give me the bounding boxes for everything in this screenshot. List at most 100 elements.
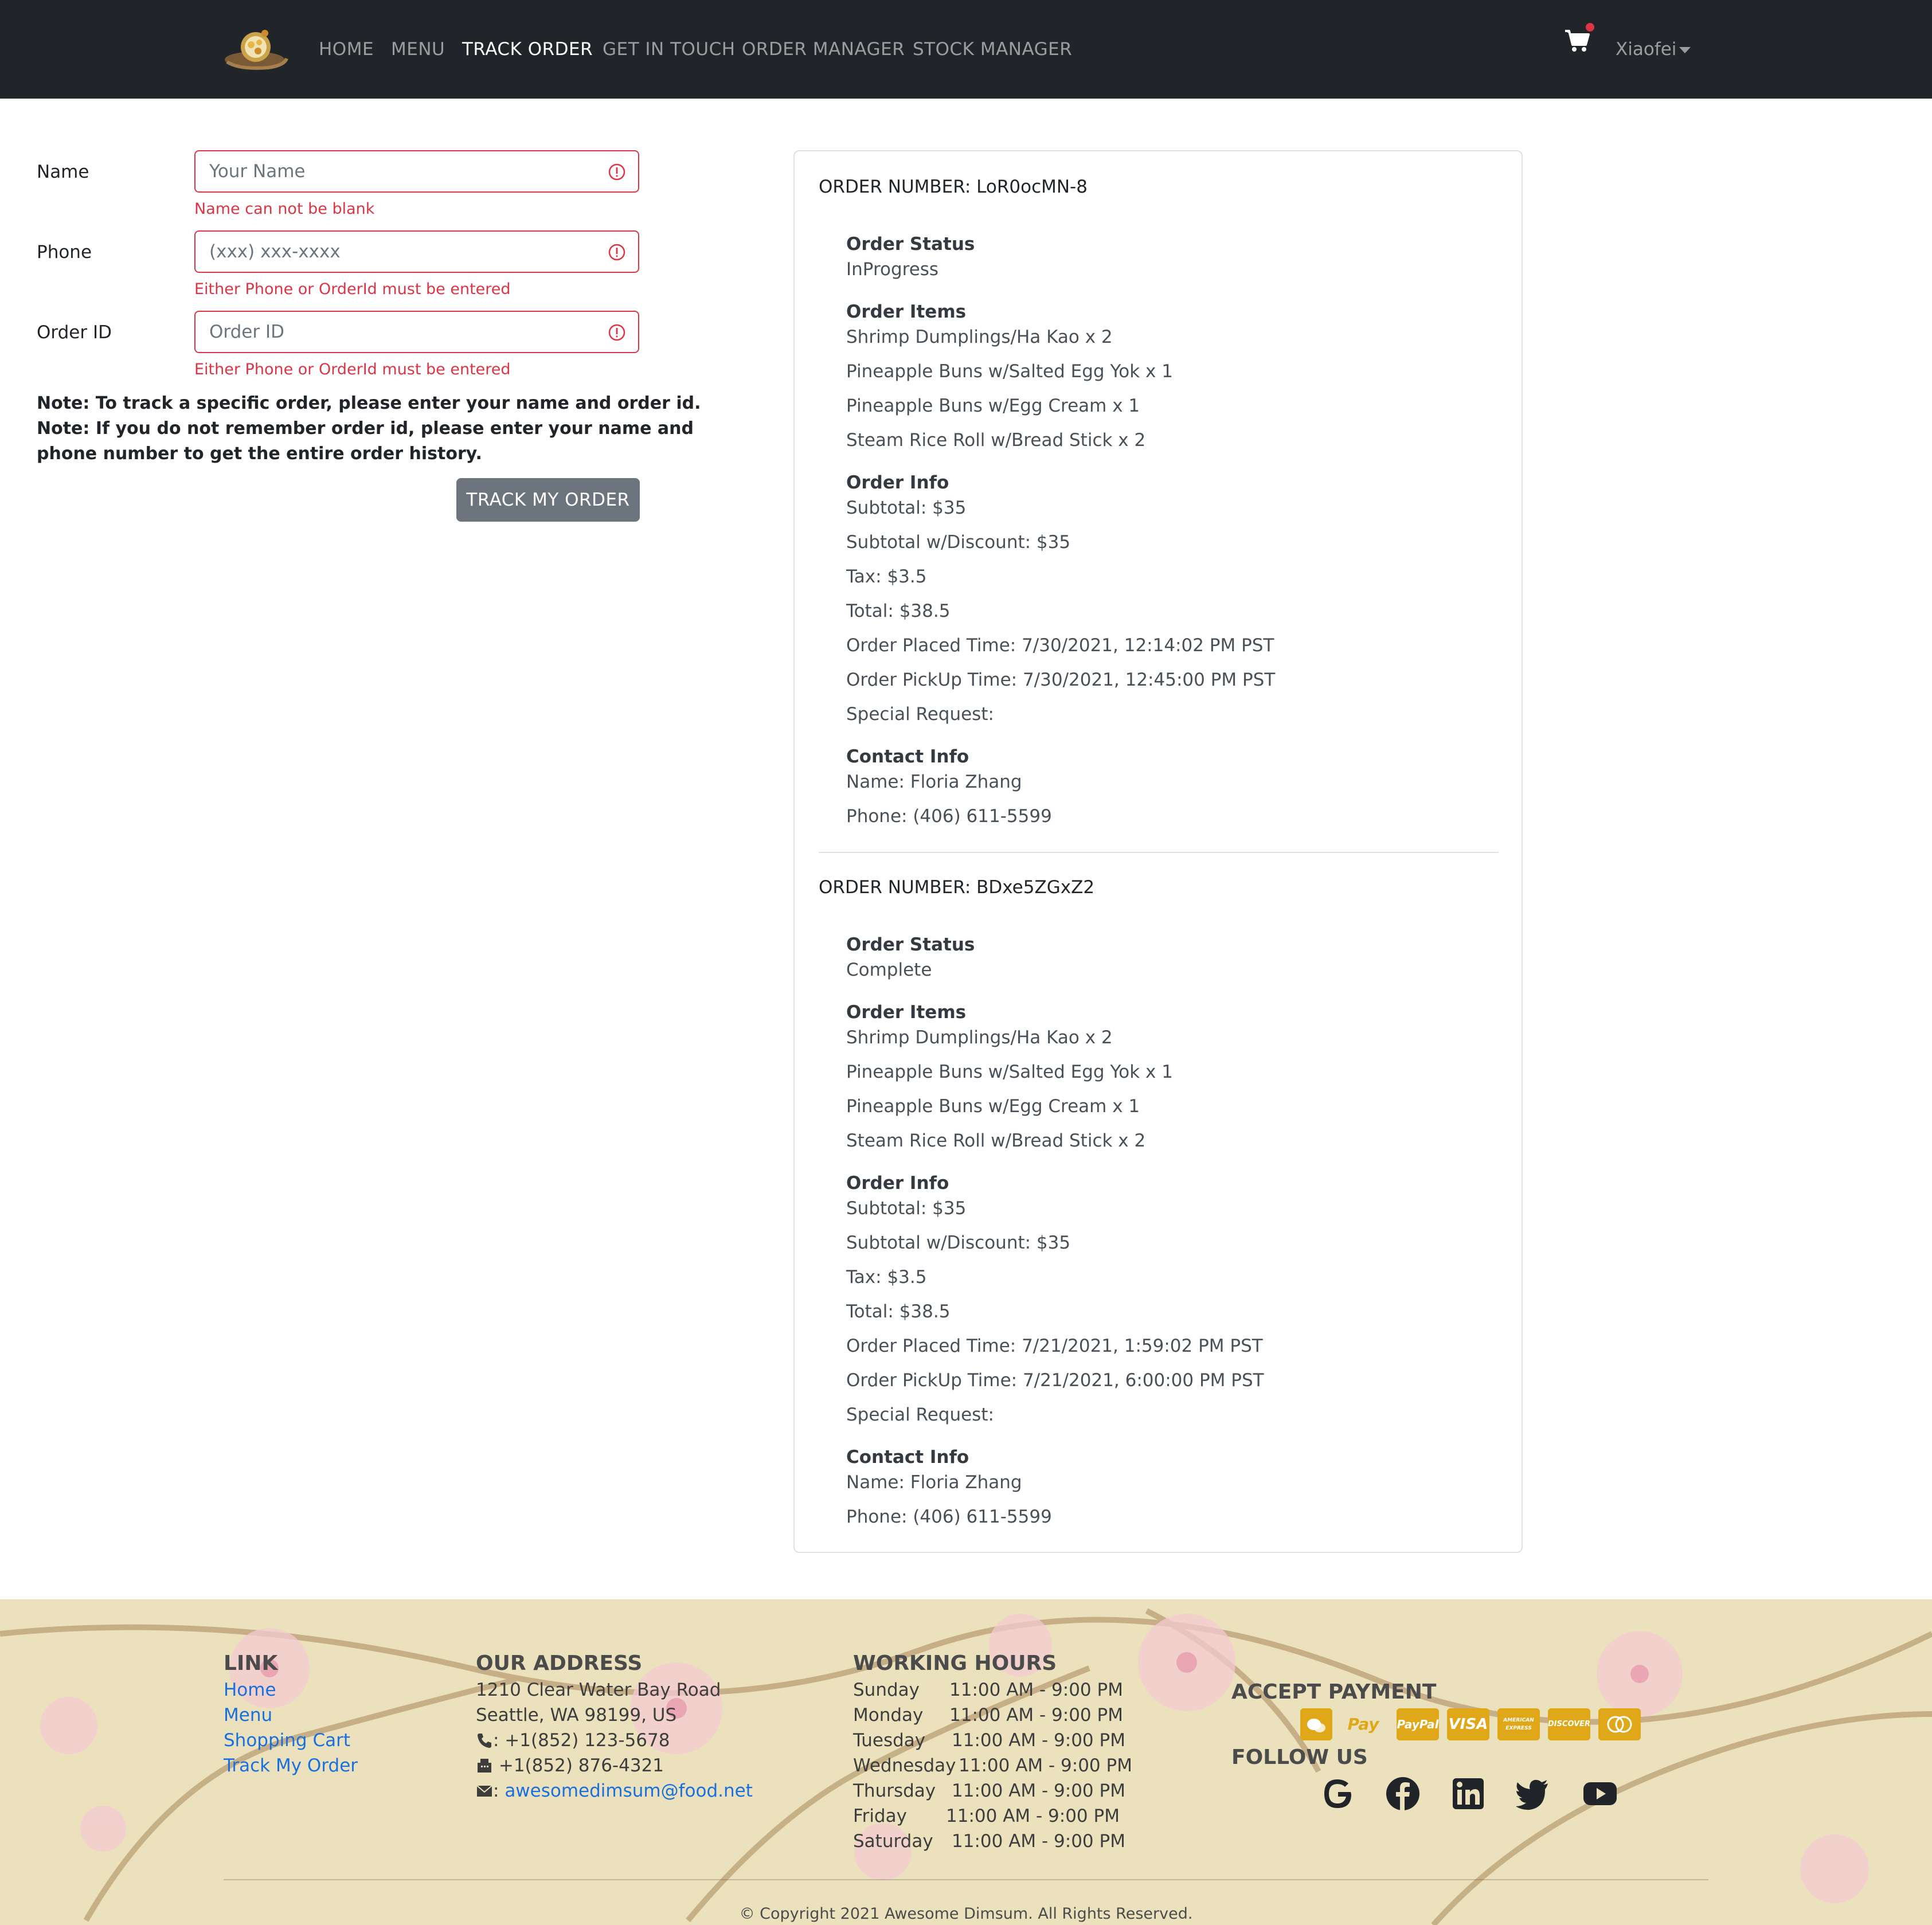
footer-divider <box>224 1879 1708 1880</box>
order-divider <box>819 852 1499 853</box>
order-info-line: Order PickUp Time: 7/21/2021, 6:00:00 PM… <box>846 1370 1264 1391</box>
footer: LINK Home Menu Shopping Cart Track My Or… <box>0 1599 1932 1925</box>
contact-line: Name: Floria Zhang <box>846 1472 1022 1493</box>
track-my-order-button[interactable]: TRACK MY ORDER <box>456 478 640 522</box>
error-icon <box>608 244 625 261</box>
tracking-notes: Note: To track a specific order, please … <box>37 391 701 467</box>
footer-address-heading: OUR ADDRESS <box>476 1652 643 1675</box>
youtube-icon[interactable] <box>1581 1775 1619 1813</box>
order-history-card: ORDER NUMBER: LoR0ocMN-8 Order Status In… <box>793 150 1523 1553</box>
hours-day: Monday <box>853 1705 924 1726</box>
fax-icon <box>478 1759 491 1773</box>
error-icon <box>608 324 625 341</box>
order-info-line: Tax: $3.5 <box>846 1267 927 1288</box>
contact-line: Phone: (406) 611-5599 <box>846 1507 1052 1527</box>
order-status-heading: Order Status <box>846 234 975 255</box>
order-info-line: Total: $38.5 <box>846 601 951 621</box>
contact-line: Phone: (406) 611-5599 <box>846 806 1052 827</box>
hours-day: Tuesday <box>853 1730 926 1751</box>
hours-day: Wednesday <box>853 1755 956 1776</box>
dimsum-logo[interactable] <box>222 25 290 72</box>
order-info-heading: Order Info <box>846 472 949 493</box>
order-info-line: Special Request: <box>846 704 994 725</box>
footer-email-link[interactable]: awesomedimsum@food.net <box>504 1781 753 1801</box>
phone-input[interactable] <box>209 232 588 272</box>
order-info-line: Special Request: <box>846 1404 994 1425</box>
contact-info-heading: Contact Info <box>846 1447 969 1468</box>
envelope-icon <box>476 1785 492 1797</box>
hours-time: 11:00 AM - 9:00 PM <box>952 1781 1125 1801</box>
order-info-heading: Order Info <box>846 1173 949 1194</box>
facebook-icon[interactable] <box>1384 1775 1422 1813</box>
nav-home[interactable]: HOME <box>319 38 374 61</box>
order-info-line: Subtotal: $35 <box>846 498 967 518</box>
error-icon <box>608 163 625 181</box>
cart-badge-dot <box>1586 23 1594 32</box>
paypal-icon: PayPal <box>1397 1708 1439 1740</box>
order-info-line: Subtotal w/Discount: $35 <box>846 1233 1071 1253</box>
name-error: Name can not be blank <box>194 200 375 218</box>
apple-pay-icon: Pay <box>1347 1715 1379 1734</box>
order-info-line: Total: $38.5 <box>846 1301 951 1322</box>
footer-link-menu[interactable]: Menu <box>224 1703 272 1728</box>
linkedin-icon[interactable] <box>1449 1775 1487 1813</box>
footer-phone: : +1(852) 123-5678 <box>476 1728 670 1753</box>
order-id-error: Either Phone or OrderId must be entered <box>194 361 511 378</box>
order-info-line: Order PickUp Time: 7/30/2021, 12:45:00 P… <box>846 670 1276 690</box>
order-id-input[interactable] <box>209 312 588 352</box>
nav-order-manager[interactable]: ORDER MANAGER <box>742 38 905 61</box>
hours-time: 11:00 AM - 9:00 PM <box>959 1755 1132 1776</box>
copyright: © Copyright 2021 Awesome Dimsum. All Rig… <box>739 1905 1193 1923</box>
user-menu[interactable]: Xiaofei <box>1616 38 1676 61</box>
order-id-label: Order ID <box>37 322 112 343</box>
contact-info-heading: Contact Info <box>846 746 969 767</box>
footer-link-shopping-cart[interactable]: Shopping Cart <box>224 1728 350 1753</box>
contact-line: Name: Floria Zhang <box>846 772 1022 792</box>
order-item: Shrimp Dumplings/Ha Kao x 2 <box>846 1027 1113 1048</box>
order-status-heading: Order Status <box>846 934 975 955</box>
mastercard-icon: mastercard <box>1598 1708 1641 1740</box>
cart-icon[interactable] <box>1564 28 1590 53</box>
hours-time: 11:00 AM - 9:00 PM <box>949 1705 1123 1726</box>
name-field[interactable] <box>194 150 639 193</box>
footer-link-heading: LINK <box>224 1652 278 1675</box>
order-info-line: Subtotal w/Discount: $35 <box>846 532 1071 553</box>
phone-error: Either Phone or OrderId must be entered <box>194 280 511 298</box>
order-item: Pineapple Buns w/Salted Egg Yok x 1 <box>846 361 1173 382</box>
footer-hours-heading: WORKING HOURS <box>853 1652 1057 1675</box>
nav-get-in-touch[interactable]: GET IN TOUCH <box>603 38 736 61</box>
nav-menu[interactable]: MENU <box>391 38 445 61</box>
google-icon[interactable] <box>1319 1775 1356 1813</box>
footer-follow-heading: FOLLOW US <box>1231 1746 1368 1769</box>
phone-field[interactable] <box>194 230 639 273</box>
name-label: Name <box>37 162 89 182</box>
order-id-field[interactable] <box>194 311 639 353</box>
name-input[interactable] <box>209 151 588 191</box>
nav-stock-manager[interactable]: STOCK MANAGER <box>913 38 1072 61</box>
note-line: Note: If you do not remember order id, p… <box>37 418 694 439</box>
footer-fax: +1(852) 876-4321 <box>476 1753 664 1778</box>
twitter-icon[interactable] <box>1513 1775 1551 1813</box>
caret-down-icon[interactable] <box>1679 47 1691 53</box>
note-line: phone number to get the entire order his… <box>37 444 482 464</box>
hours-time: 11:00 AM - 9:00 PM <box>952 1730 1125 1751</box>
footer-email-prefix: : <box>493 1781 505 1801</box>
hours-time: 11:00 AM - 9:00 PM <box>946 1806 1120 1826</box>
address-line: 1210 Clear Water Bay Road <box>476 1680 721 1700</box>
note-line: Note: To track a specific order, please … <box>37 393 701 413</box>
order-items-heading: Order Items <box>846 1002 967 1023</box>
order-items-heading: Order Items <box>846 302 967 322</box>
order-info-line: Order Placed Time: 7/21/2021, 1:59:02 PM… <box>846 1336 1263 1356</box>
address-line: Seattle, WA 98199, US <box>476 1705 677 1726</box>
footer-link-home[interactable]: Home <box>224 1677 276 1703</box>
order-item: Pineapple Buns w/Egg Cream x 1 <box>846 1096 1140 1117</box>
hours-time: 11:00 AM - 9:00 PM <box>949 1680 1123 1700</box>
order-number: ORDER NUMBER: BDxe5ZGxZ2 <box>819 877 1095 898</box>
order-number: ORDER NUMBER: LoR0ocMN-8 <box>819 177 1088 197</box>
order-info-line: Order Placed Time: 7/30/2021, 12:14:02 P… <box>846 635 1274 656</box>
order-info-line: Subtotal: $35 <box>846 1198 967 1219</box>
nav-track-order[interactable]: TRACK ORDER <box>462 38 593 61</box>
amex-icon: AMERICAN EXPRESS <box>1497 1708 1540 1740</box>
footer-link-track-order[interactable]: Track My Order <box>224 1753 358 1778</box>
order-status-value: Complete <box>846 960 932 980</box>
